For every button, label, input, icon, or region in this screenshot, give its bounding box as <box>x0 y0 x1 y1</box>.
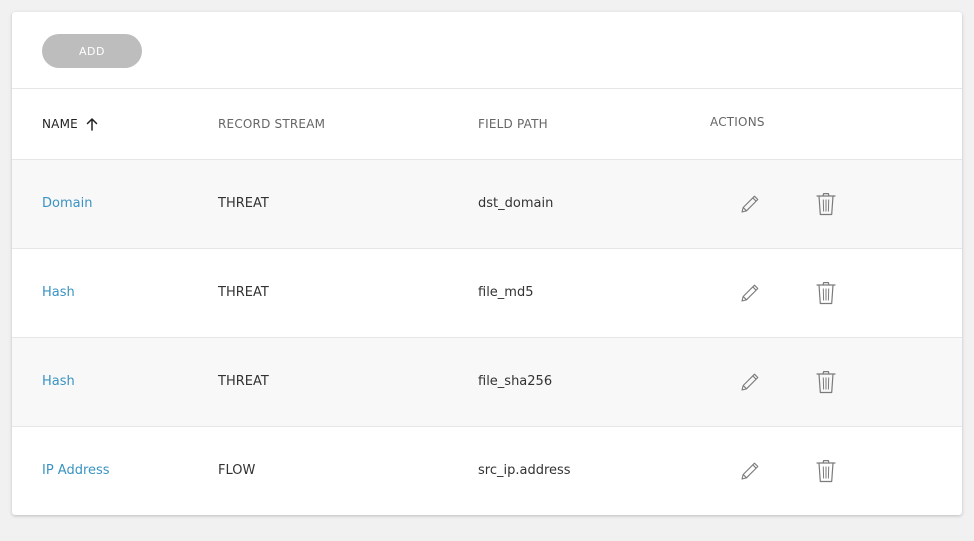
edit-button[interactable] <box>736 368 764 396</box>
row-record-stream: THREAT <box>218 285 269 300</box>
row-field-path: file_sha256 <box>478 374 553 389</box>
column-header-name[interactable]: NAME <box>42 117 98 131</box>
row-field-path: file_md5 <box>478 285 534 300</box>
row-name-link[interactable]: Hash <box>42 285 75 300</box>
table-row: Hash THREAT file_md5 <box>12 249 962 338</box>
pencil-icon <box>741 373 759 391</box>
arrow-up-icon <box>86 117 98 131</box>
table-header: NAME RECORD STREAM FIELD PATH ACTIONS <box>12 89 962 160</box>
row-name-link[interactable]: Domain <box>42 196 92 211</box>
row-field-path: dst_domain <box>478 196 554 211</box>
trash-icon <box>816 282 836 305</box>
table-toolbar: ADD <box>12 12 962 89</box>
row-record-stream: THREAT <box>218 374 269 389</box>
add-button[interactable]: ADD <box>42 34 142 68</box>
column-header-record-stream[interactable]: RECORD STREAM <box>218 117 325 131</box>
column-header-name-label: NAME <box>42 117 78 131</box>
table-row: Domain THREAT dst_domain <box>12 160 962 249</box>
pencil-icon <box>741 195 759 213</box>
pencil-icon <box>741 462 759 480</box>
table-row: Hash THREAT file_sha256 <box>12 338 962 427</box>
column-header-actions: ACTIONS <box>710 115 765 129</box>
trash-icon <box>816 371 836 394</box>
table-row: IP Address FLOW src_ip.address <box>12 427 962 515</box>
fields-table-card: ADD NAME RECORD STREAM FIELD PATH ACTION… <box>12 12 962 515</box>
delete-button[interactable] <box>812 368 840 396</box>
row-record-stream: THREAT <box>218 196 269 211</box>
delete-button[interactable] <box>812 457 840 485</box>
edit-button[interactable] <box>736 190 764 218</box>
trash-icon <box>816 193 836 216</box>
edit-button[interactable] <box>736 457 764 485</box>
row-field-path: src_ip.address <box>478 463 571 478</box>
row-name-link[interactable]: Hash <box>42 374 75 389</box>
delete-button[interactable] <box>812 190 840 218</box>
edit-button[interactable] <box>736 279 764 307</box>
delete-button[interactable] <box>812 279 840 307</box>
row-name-link[interactable]: IP Address <box>42 463 110 478</box>
column-header-field-path[interactable]: FIELD PATH <box>478 117 548 131</box>
row-record-stream: FLOW <box>218 463 256 478</box>
table-body: Domain THREAT dst_domain Hash THREAT fil… <box>12 160 962 515</box>
pencil-icon <box>741 284 759 302</box>
trash-icon <box>816 460 836 483</box>
